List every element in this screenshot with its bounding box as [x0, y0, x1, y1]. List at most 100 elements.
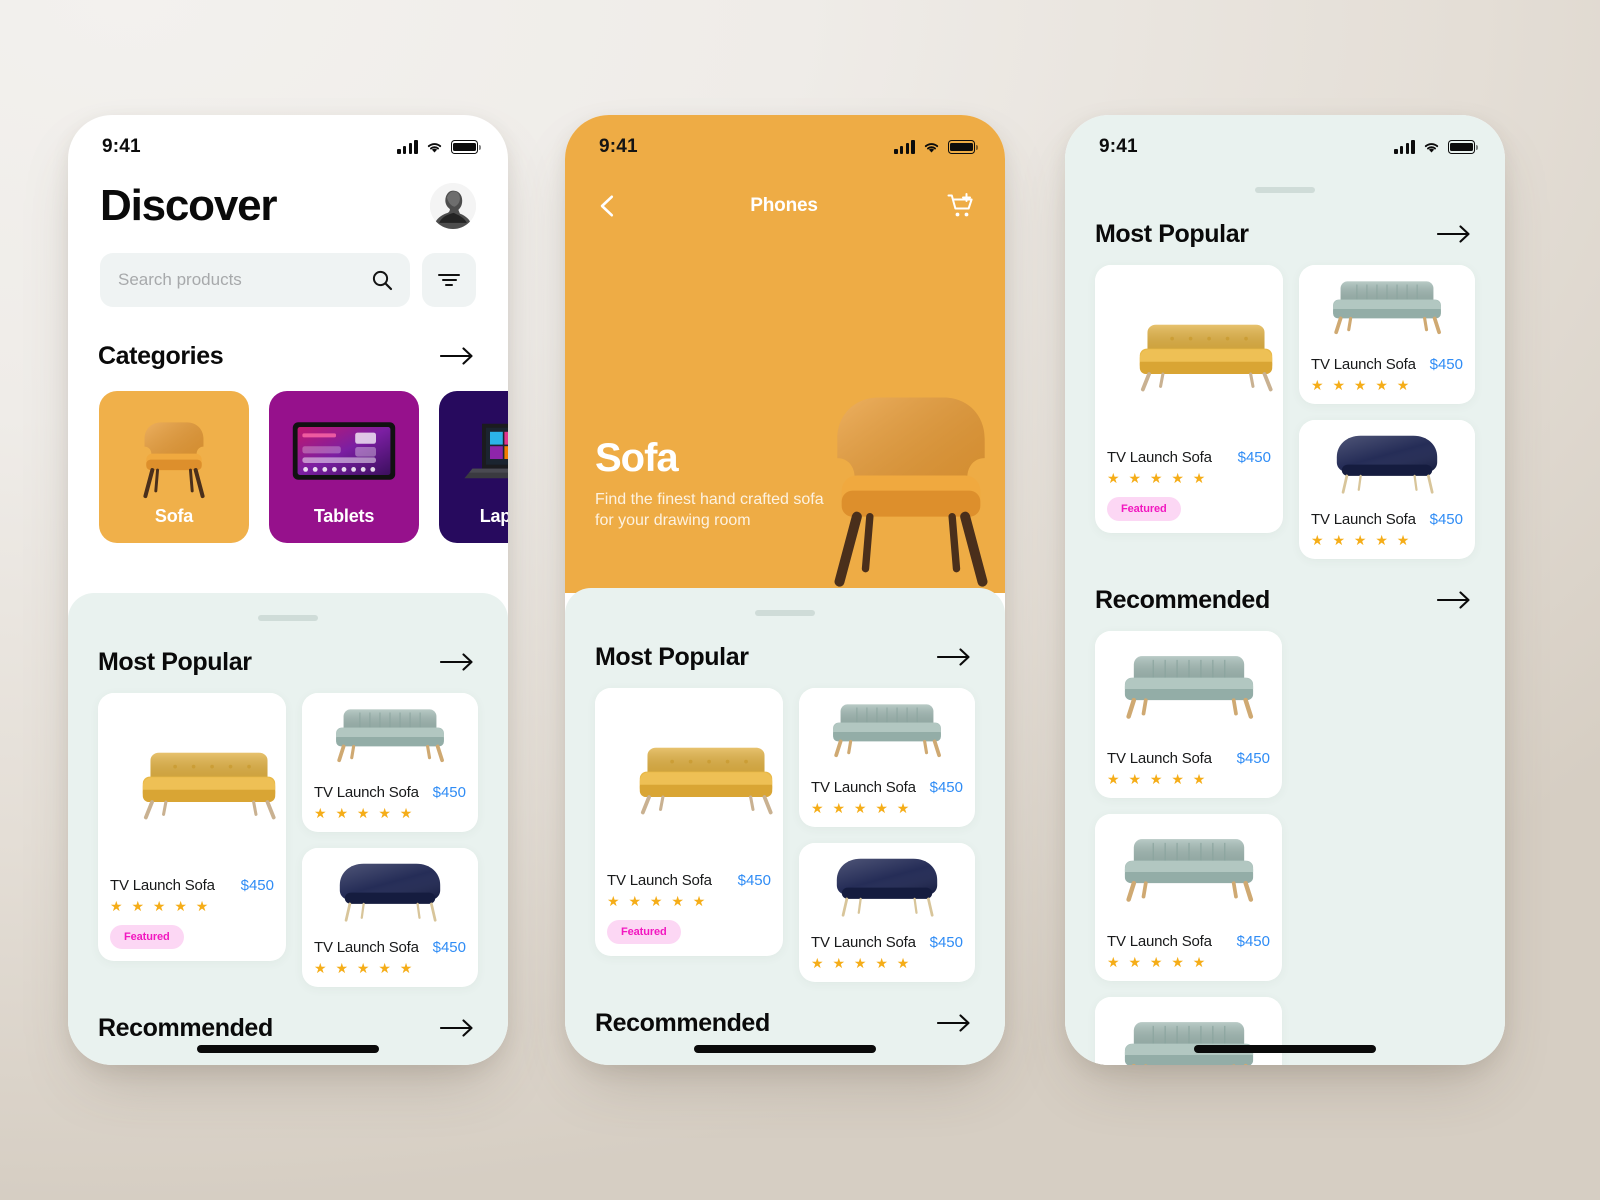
product-image [1095, 997, 1282, 1065]
recommended-see-all-button[interactable] [933, 1008, 975, 1038]
categories-see-all-button[interactable] [436, 341, 478, 371]
chevron-left-icon [595, 192, 621, 220]
recommended-see-all-button[interactable] [436, 1013, 478, 1043]
product-price: $450 [929, 934, 963, 951]
product-rating-stars: ★ ★ ★ ★ ★ [1311, 532, 1412, 548]
product-rating-stars: ★ ★ ★ ★ ★ [607, 893, 708, 909]
most-popular-see-all-button[interactable] [1433, 219, 1475, 249]
hero-title: Sofa [595, 435, 679, 480]
grid-column-left: TV Launch Sofa $450 ★ ★ ★ ★ ★ Featured [98, 693, 286, 987]
filter-button[interactable] [422, 253, 476, 307]
product-name: TV Launch Sofa [314, 784, 419, 801]
category-card-sofa[interactable]: Sofa [99, 391, 249, 543]
home-indicator [694, 1045, 876, 1053]
recommended-see-all-button[interactable] [1433, 585, 1475, 615]
product-name: TV Launch Sofa [314, 939, 419, 956]
product-card-featured[interactable]: TV Launch Sofa $450 ★ ★ ★ ★ ★ Featured [1095, 265, 1283, 533]
product-price: $450 [432, 784, 466, 801]
grid-column-left: TV Launch Sofa $450 ★ ★ ★ ★ ★ Featured [595, 688, 783, 982]
nav-bar: Phones [565, 167, 1005, 221]
product-name: TV Launch Sofa [1107, 933, 1212, 950]
sheet-drag-handle[interactable] [258, 615, 318, 621]
most-popular-see-all-button[interactable] [436, 647, 478, 677]
grid-column-right: TV Launch Sofa $450 ★ ★ ★ ★ ★ TV Launch … [302, 693, 478, 987]
most-popular-grid: TV Launch Sofa $450 ★ ★ ★ ★ ★ Featured T… [1065, 249, 1505, 559]
phone-browse-screen: 9:41 Most Popular TV Launch Sofa $450 ★ … [1065, 115, 1505, 1065]
product-price: $450 [432, 939, 466, 956]
arrow-right-icon [440, 347, 474, 365]
product-card[interactable]: TV Launch Sofa $450 ★ ★ ★ ★ ★ [1299, 420, 1475, 559]
product-card[interactable]: TV Launch Sofa $450 ★ ★ ★ ★ ★ [799, 688, 975, 827]
recommended-header: Recommended [565, 982, 1005, 1038]
wifi-icon [922, 140, 941, 154]
arrow-right-icon [440, 1019, 474, 1037]
recommended-title: Recommended [98, 1013, 273, 1042]
product-meta: TV Launch Sofa $450 ★ ★ ★ ★ ★ [1095, 741, 1282, 798]
product-card-featured[interactable]: TV Launch Sofa $450 ★ ★ ★ ★ ★ Featured [595, 688, 783, 956]
product-meta: TV Launch Sofa $450 ★ ★ ★ ★ ★ [799, 770, 975, 827]
home-indicator [197, 1045, 379, 1053]
product-name: TV Launch Sofa [607, 872, 712, 889]
product-rating-stars: ★ ★ ★ ★ ★ [314, 805, 415, 821]
category-card-laptops[interactable]: Laptops [439, 391, 508, 543]
product-rating-stars: ★ ★ ★ ★ ★ [1311, 377, 1412, 393]
category-label: Laptops [479, 506, 508, 526]
product-card[interactable]: TV Launch Sofa $450 ★ ★ ★ ★ ★ [302, 693, 478, 832]
product-rating-stars: ★ ★ ★ ★ ★ [1107, 954, 1208, 970]
product-image [98, 693, 286, 868]
product-card[interactable]: TV Launch Sofa $450 ★ ★ ★ ★ ★ [1095, 631, 1282, 798]
arrow-right-icon [937, 648, 971, 666]
product-card[interactable]: TV Launch Sofa $450 ★ ★ ★ ★ ★ [302, 848, 478, 987]
search-icon[interactable] [370, 268, 394, 292]
product-meta: TV Launch Sofa $450 ★ ★ ★ ★ ★ Featured [98, 868, 286, 961]
nav-title: Phones [750, 195, 818, 216]
hero-copy: Sofa Find the finest hand crafted sofa f… [595, 436, 835, 531]
search-input[interactable] [118, 270, 360, 290]
status-bar: 9:41 [68, 115, 508, 167]
product-meta: TV Launch Sofa $450 ★ ★ ★ ★ ★ [1299, 502, 1475, 559]
most-popular-title: Most Popular [1095, 219, 1249, 248]
screen-content: 9:41 Discover Categories [68, 115, 508, 1065]
battery-icon [451, 140, 481, 154]
product-card[interactable]: TV Launch Sofa $450 ★ ★ ★ ★ ★ [1095, 814, 1282, 981]
product-card[interactable]: TV Launch Sofa $450 ★ ★ ★ ★ ★ [1299, 265, 1475, 404]
product-meta: TV Launch Sofa $450 ★ ★ ★ ★ ★ [799, 925, 975, 982]
search-box[interactable] [100, 253, 410, 307]
grid-column-left: TV Launch Sofa $450 ★ ★ ★ ★ ★ Featured [1095, 265, 1283, 559]
product-rating-stars: ★ ★ ★ ★ ★ [110, 898, 211, 914]
product-rating-stars: ★ ★ ★ ★ ★ [811, 800, 912, 816]
status-bar: 9:41 [565, 115, 1005, 167]
product-price: $450 [737, 872, 771, 889]
product-card[interactable] [1095, 997, 1282, 1065]
product-card[interactable]: TV Launch Sofa $450 ★ ★ ★ ★ ★ [799, 843, 975, 982]
product-price: $450 [929, 779, 963, 796]
product-card-featured[interactable]: TV Launch Sofa $450 ★ ★ ★ ★ ★ Featured [98, 693, 286, 961]
product-image [1095, 265, 1283, 440]
product-image [1299, 420, 1475, 502]
category-label: Tablets [313, 506, 375, 526]
sheet-drag-handle[interactable] [755, 610, 815, 616]
category-card-tablets[interactable]: Tablets [269, 391, 419, 543]
add-to-cart-button[interactable] [947, 191, 975, 221]
arrow-right-icon [1437, 591, 1471, 609]
phone-category-detail-screen: 9:41 Phones Sofa Find the finest hand cr… [565, 115, 1005, 1065]
most-popular-header: Most Popular [68, 647, 508, 677]
grid-column-right: TV Launch Sofa $450 ★ ★ ★ ★ ★ TV Launch … [799, 688, 975, 982]
product-rating-stars: ★ ★ ★ ★ ★ [811, 955, 912, 971]
product-meta: TV Launch Sofa $450 ★ ★ ★ ★ ★ [302, 930, 478, 987]
product-price: $450 [1237, 449, 1271, 466]
product-name: TV Launch Sofa [1311, 511, 1416, 528]
most-popular-grid: TV Launch Sofa $450 ★ ★ ★ ★ ★ Featured T… [565, 672, 1005, 982]
categories-header: Categories [68, 341, 508, 371]
most-popular-see-all-button[interactable] [933, 642, 975, 672]
status-badge: Featured [607, 920, 681, 944]
wifi-icon [1422, 140, 1441, 154]
back-button[interactable] [595, 192, 621, 220]
sheet-drag-handle[interactable] [1255, 187, 1315, 193]
most-popular-title: Most Popular [595, 642, 749, 671]
status-time: 9:41 [1099, 136, 1138, 157]
categories-list[interactable]: Sofa Tablets Laptops [68, 371, 508, 543]
status-time: 9:41 [102, 136, 141, 157]
product-price: $450 [1429, 511, 1463, 528]
avatar[interactable] [430, 183, 476, 229]
